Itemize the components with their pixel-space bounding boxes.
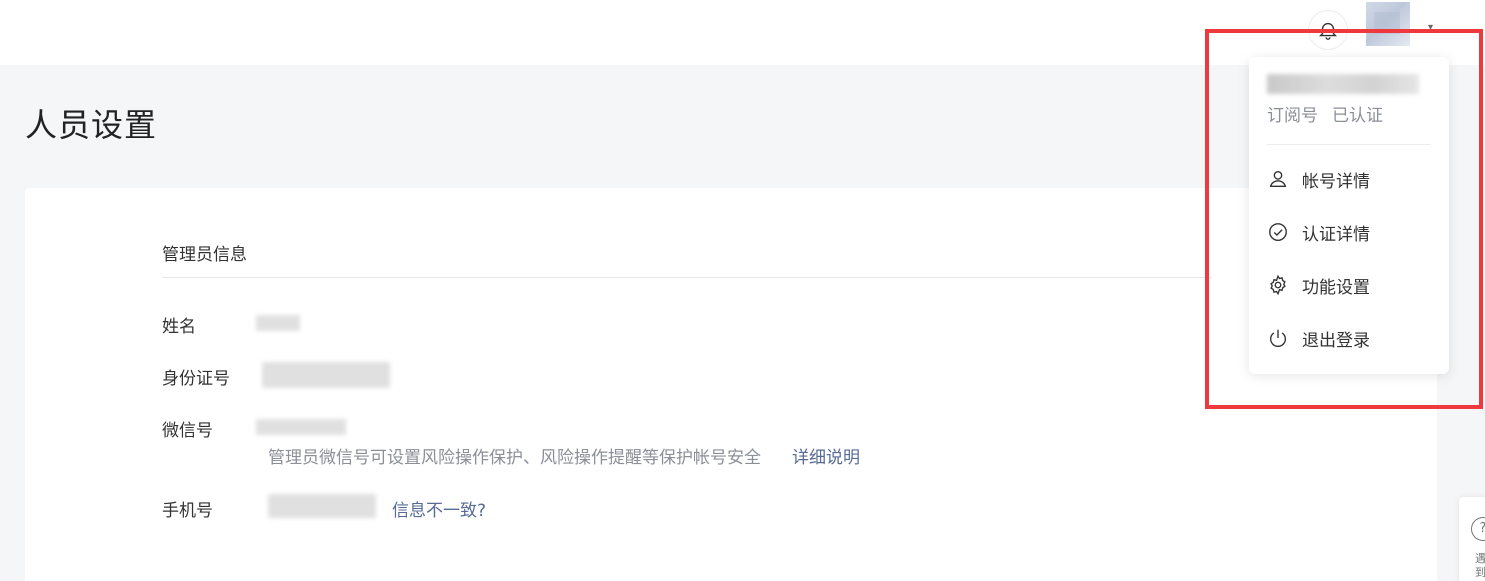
verify-status: 已认证 (1332, 106, 1383, 126)
menu-item-label: 功能设置 (1302, 277, 1370, 298)
account-meta: 订阅号 已认证 (1267, 101, 1397, 126)
avatar-caret[interactable]: ▾ (1428, 22, 1433, 33)
account-dropdown-menu: 订阅号 已认证 帐号详情 认证详情 功能设置 退出登录 (1249, 57, 1449, 374)
wechat-value-redacted (256, 419, 346, 435)
menu-item-verify-details[interactable]: 认证详情 (1267, 215, 1437, 249)
menu-item-label: 帐号详情 (1302, 171, 1370, 192)
dropdown-divider (1267, 144, 1431, 145)
avatar[interactable] (1366, 2, 1410, 46)
notification-button[interactable] (1308, 10, 1348, 50)
check-circle-icon (1269, 223, 1287, 241)
power-icon (1270, 329, 1286, 347)
id-label: 身份证号 (162, 369, 230, 389)
section-title: 管理员信息 (162, 245, 247, 265)
user-icon (1269, 170, 1287, 188)
wechat-label: 微信号 (162, 421, 213, 441)
page-title: 人员设置 (25, 106, 158, 144)
menu-item-feature-settings[interactable]: 功能设置 (1267, 268, 1437, 302)
top-bar: ▾ (0, 0, 1485, 65)
section-divider (162, 277, 1212, 278)
menu-item-label: 退出登录 (1302, 330, 1370, 351)
bell-icon (1319, 22, 1337, 40)
wechat-detail-link[interactable]: 详细说明 (792, 443, 860, 468)
help-text: 遇到 (1475, 552, 1485, 579)
menu-item-label: 认证详情 (1302, 224, 1370, 245)
name-value-redacted (256, 315, 300, 331)
wechat-hint: 管理员微信号可设置风险操作保护、风险操作提醒等保护帐号安全 (268, 448, 761, 468)
menu-item-account-details[interactable]: 帐号详情 (1267, 162, 1437, 196)
phone-value-redacted (268, 494, 376, 518)
phone-label: 手机号 (162, 501, 213, 521)
help-icon: ? (1471, 517, 1485, 541)
help-widget[interactable]: ? 遇到 (1459, 497, 1485, 581)
id-value-redacted (262, 362, 390, 388)
phone-mismatch-link[interactable]: 信息不一致? (392, 496, 486, 521)
name-label: 姓名 (162, 317, 196, 337)
gear-icon (1270, 274, 1286, 296)
account-name-redacted (1267, 74, 1419, 94)
menu-item-logout[interactable]: 退出登录 (1267, 321, 1437, 355)
account-type: 订阅号 (1267, 106, 1318, 126)
